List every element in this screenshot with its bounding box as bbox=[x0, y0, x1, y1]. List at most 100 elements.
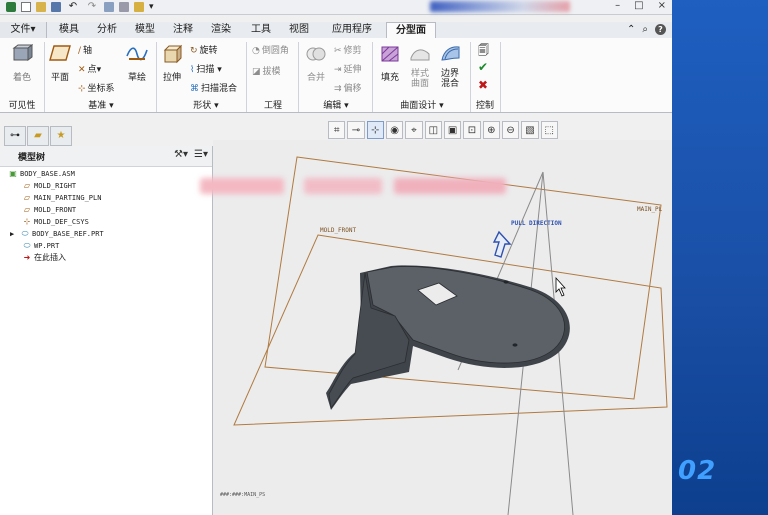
extrude-label: 拉伸 bbox=[162, 73, 181, 83]
tab-view[interactable]: 视图 bbox=[282, 22, 316, 38]
group-separator bbox=[372, 42, 373, 112]
search-icon[interactable]: ⌕ bbox=[642, 24, 648, 35]
group-label-datum[interactable]: 基准 ▾ bbox=[46, 100, 156, 112]
csys-button[interactable]: ⊹ 坐标系 bbox=[78, 81, 115, 95]
zoom-out-button[interactable]: ⊖ bbox=[501, 121, 520, 139]
shapes-group-text: 形状 bbox=[193, 101, 212, 111]
offset-label: 偏移 bbox=[343, 84, 362, 94]
offset-icon: ⇉ bbox=[334, 83, 342, 94]
saved-views-button[interactable]: ⌗ bbox=[328, 121, 346, 139]
sweep-button[interactable]: ⌇ 扫描 ▾ bbox=[190, 62, 222, 76]
datum-display-button[interactable]: ⊸ bbox=[347, 121, 365, 139]
draft-button[interactable]: ◪ 拔模 bbox=[252, 64, 281, 78]
revolve-button[interactable]: ↻ 旋转 bbox=[190, 43, 218, 57]
expand-arrow-icon[interactable]: ▶ bbox=[10, 228, 20, 240]
tab-model[interactable]: 模型 bbox=[128, 22, 162, 38]
extend-button[interactable]: ⇥ 延伸 bbox=[334, 62, 362, 76]
tree-item-main-parting-pln[interactable]: ▱ MAIN_PARTING_PLN bbox=[0, 192, 212, 204]
windows-icon[interactable] bbox=[119, 2, 129, 12]
tab-file[interactable]: 文件▾ bbox=[0, 22, 47, 38]
group-label-shapes[interactable]: 形状 ▾ bbox=[158, 100, 254, 112]
swept-blend-button[interactable]: ⌘ 扫描混合 bbox=[190, 81, 238, 95]
tree-item-label: MAIN_PARTING_PLN bbox=[34, 194, 102, 202]
sketch-button[interactable]: 草绘 bbox=[122, 44, 152, 83]
swept-blend-label: 扫描混合 bbox=[201, 84, 238, 94]
tree-item-wp[interactable]: ⬭ WP.PRT bbox=[0, 240, 212, 252]
trim-button[interactable]: ✂ 修剪 bbox=[334, 43, 362, 57]
zoom-in-button[interactable]: ⊕ bbox=[482, 121, 500, 139]
tab-analysis[interactable]: 分析 bbox=[90, 22, 124, 38]
merge-button[interactable]: 合并 bbox=[302, 44, 330, 83]
view-manager-button[interactable]: ⬚ bbox=[540, 121, 558, 139]
tab-bar-tools: ⌃ ⌕ ? bbox=[627, 24, 666, 35]
point-label: 点 bbox=[87, 65, 97, 75]
point-button[interactable]: ✕ 点▾ bbox=[78, 62, 101, 76]
view-manager-icon: ⬚ bbox=[544, 124, 554, 136]
regenerate-icon[interactable] bbox=[104, 2, 114, 12]
annotation-display-button[interactable]: ⌖ bbox=[405, 121, 423, 139]
minimize-button[interactable]: – bbox=[615, 0, 620, 12]
axis-button[interactable]: ∕ 轴 bbox=[78, 43, 92, 57]
group-label-surface-design[interactable]: 曲面设计 ▾ bbox=[374, 100, 470, 112]
tree-item-body-base-ref[interactable]: ▶ ⬭ BODY_BASE_REF.PRT bbox=[0, 228, 212, 240]
csys-icon: ⊹ bbox=[23, 217, 31, 226]
tab-annotate[interactable]: 注释 bbox=[166, 22, 200, 38]
blurred-title-area bbox=[430, 1, 570, 12]
open-file-icon[interactable] bbox=[36, 2, 46, 12]
tab-applications[interactable]: 应用程序 bbox=[324, 22, 380, 38]
named-view-button[interactable]: ◫ bbox=[424, 121, 442, 139]
boundary-blend-button[interactable]: 边界 混合 bbox=[436, 44, 464, 89]
tree-item-assembly[interactable]: ▣ BODY_BASE.ASM bbox=[0, 168, 212, 180]
axis-icon: ∕ bbox=[78, 45, 82, 56]
undo-icon[interactable]: ↶ bbox=[66, 2, 80, 12]
tree-item-mold-front[interactable]: ▱ MOLD_FRONT bbox=[0, 204, 212, 216]
properties-button[interactable]: 🗐 bbox=[478, 42, 489, 61]
tab-favorites[interactable]: ★ bbox=[50, 126, 72, 146]
show-options-icon[interactable]: ☰▾ bbox=[194, 149, 208, 160]
redo-icon[interactable]: ↷ bbox=[85, 2, 99, 12]
offset-button[interactable]: ⇉ 偏移 bbox=[334, 81, 362, 95]
revolve-icon: ↻ bbox=[190, 45, 198, 56]
refit-button[interactable]: ⊡ bbox=[463, 121, 481, 139]
extrude-button[interactable]: 拉伸 bbox=[158, 44, 186, 83]
save-icon[interactable] bbox=[51, 2, 61, 12]
minimize-ribbon-icon[interactable]: ⌃ bbox=[627, 24, 635, 35]
tab-model-tree[interactable]: ⊶ bbox=[4, 126, 26, 146]
tree-item-mold-def-csys[interactable]: ⊹ MOLD_DEF_CSYS bbox=[0, 216, 212, 228]
tree-settings-icon[interactable]: ⚒▾ bbox=[174, 149, 188, 160]
datum-group-text: 基准 bbox=[88, 101, 107, 111]
help-icon[interactable]: ? bbox=[655, 24, 666, 35]
display-style-button[interactable]: ▣ bbox=[443, 121, 462, 139]
close-button[interactable]: × bbox=[658, 0, 666, 12]
plane-button[interactable]: 平面 bbox=[46, 44, 74, 83]
fill-button[interactable]: 填充 bbox=[376, 44, 404, 83]
tree-item-insert-here[interactable]: ➜ 在此插入 bbox=[0, 252, 212, 264]
round-button[interactable]: ◔ 倒圆角 bbox=[252, 43, 289, 57]
ok-button[interactable]: ✔ bbox=[478, 60, 488, 74]
repaint-button[interactable]: ▧ bbox=[521, 121, 539, 139]
csys-display-button[interactable]: ⊹ bbox=[366, 121, 384, 139]
close-window-icon[interactable] bbox=[134, 2, 144, 12]
ribbon-panel: 着色 可见性 平面 ∕ 轴 ✕ 点▾ ⊹ 坐标系 草绘 基准 ▾ 拉伸 ↻ 旋转 ⌇ 扫描… bbox=[0, 38, 672, 113]
model-tree-list: ▣ BODY_BASE.ASM ▱ MOLD_RIGHT ▱ MAIN_PARTING… bbox=[0, 168, 212, 264]
group-label-editing[interactable]: 编辑 ▾ bbox=[300, 100, 372, 112]
customize-dropdown-icon[interactable]: ▾ bbox=[149, 2, 157, 12]
tab-tools[interactable]: 工具 bbox=[244, 22, 278, 38]
paint-button[interactable]: 着色 bbox=[8, 44, 36, 83]
tree-item-mold-right[interactable]: ▱ MOLD_RIGHT bbox=[0, 180, 212, 192]
tree-item-label: BODY_BASE.ASM bbox=[20, 170, 75, 178]
tree-item-label: MOLD_DEF_CSYS bbox=[34, 218, 89, 226]
window-controls: – □ × bbox=[615, 0, 666, 12]
tab-folder-browser[interactable]: ▰ bbox=[27, 126, 49, 146]
new-file-icon[interactable] bbox=[21, 2, 31, 12]
tab-render[interactable]: 渲染 bbox=[204, 22, 238, 38]
restore-button[interactable]: □ bbox=[634, 0, 643, 12]
tab-mold[interactable]: 模具 bbox=[52, 22, 86, 38]
cancel-button[interactable]: ✖ bbox=[478, 78, 488, 92]
star-icon: ★ bbox=[56, 130, 66, 141]
style-surface-button[interactable]: 样式 曲面 bbox=[406, 44, 434, 89]
graphics-window[interactable]: MOLD_FRONT PULL DIRECTION MAIN_PL ###:##… bbox=[213, 140, 672, 515]
csys-display-icon: ⊹ bbox=[371, 124, 380, 136]
spin-center-button[interactable]: ◉ bbox=[385, 121, 404, 139]
paint-icon bbox=[12, 44, 34, 61]
